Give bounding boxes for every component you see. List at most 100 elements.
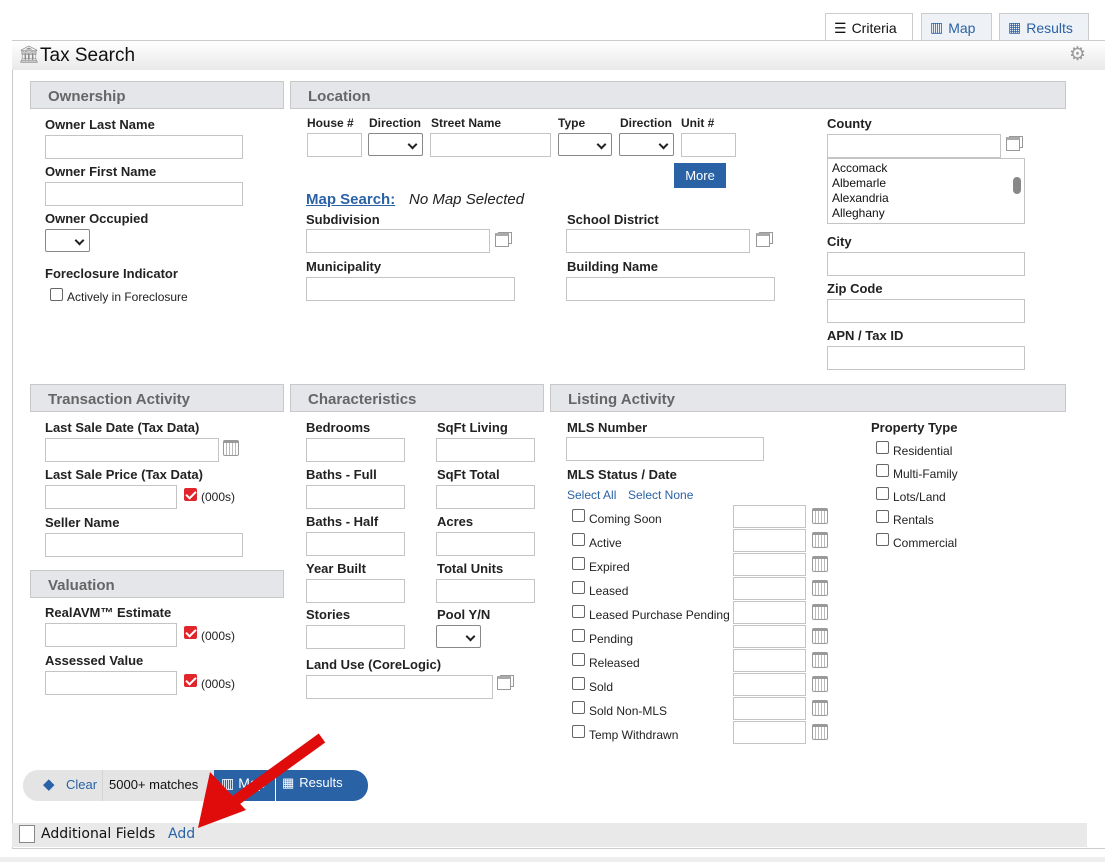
property-type-label: Commercial bbox=[893, 536, 958, 550]
picker-icon[interactable] bbox=[1006, 136, 1023, 151]
property-type-checkbox[interactable] bbox=[876, 464, 889, 477]
label-city: City bbox=[827, 234, 852, 249]
calendar-icon[interactable] bbox=[223, 440, 239, 456]
county-option[interactable]: Accomack bbox=[832, 161, 1020, 176]
bedrooms-input[interactable] bbox=[306, 438, 405, 462]
unit-input[interactable] bbox=[681, 133, 736, 157]
city-input[interactable] bbox=[827, 252, 1025, 276]
status-checkbox[interactable] bbox=[572, 701, 585, 714]
more-button[interactable]: More bbox=[674, 163, 726, 188]
calendar-icon[interactable] bbox=[812, 628, 828, 644]
add-fields-link[interactable]: Add bbox=[168, 826, 195, 842]
status-date-input[interactable] bbox=[733, 625, 806, 648]
direction2-select[interactable] bbox=[619, 133, 674, 156]
street-input[interactable] bbox=[430, 133, 551, 157]
baths-half-input[interactable] bbox=[306, 532, 405, 556]
house-input[interactable] bbox=[307, 133, 362, 157]
picker-icon[interactable] bbox=[495, 232, 512, 247]
tab-map[interactable]: ▥ Map bbox=[921, 13, 992, 41]
property-type-checkbox[interactable] bbox=[876, 510, 889, 523]
status-date-input[interactable] bbox=[733, 649, 806, 672]
sale-price-thousands-checkbox[interactable] bbox=[184, 488, 197, 501]
avm-thousands-checkbox[interactable] bbox=[184, 626, 197, 639]
status-checkbox[interactable] bbox=[572, 677, 585, 690]
owner-first-input[interactable] bbox=[45, 182, 243, 206]
clear-button[interactable]: Clear bbox=[66, 777, 97, 792]
direction-select[interactable] bbox=[368, 133, 423, 156]
school-input[interactable] bbox=[566, 229, 750, 253]
status-checkbox[interactable] bbox=[572, 605, 585, 618]
status-date-input[interactable] bbox=[733, 505, 806, 528]
status-date-input[interactable] bbox=[733, 601, 806, 624]
status-label: Pending bbox=[589, 632, 634, 646]
status-date-input[interactable] bbox=[733, 721, 806, 744]
status-checkbox[interactable] bbox=[572, 581, 585, 594]
property-type-checkbox[interactable] bbox=[876, 533, 889, 546]
status-checkbox[interactable] bbox=[572, 533, 585, 546]
calendar-icon[interactable] bbox=[812, 604, 828, 620]
county-option[interactable]: Alexandria bbox=[832, 191, 1020, 206]
status-checkbox[interactable] bbox=[572, 557, 585, 570]
tab-criteria[interactable]: ☰ Criteria bbox=[825, 13, 913, 42]
sale-price-input[interactable] bbox=[45, 485, 177, 509]
status-checkbox[interactable] bbox=[572, 629, 585, 642]
footer-results-button[interactable]: ▦ Results bbox=[282, 775, 343, 791]
total-units-input[interactable] bbox=[436, 579, 535, 603]
status-date-input[interactable] bbox=[733, 529, 806, 552]
mls-number-input[interactable] bbox=[566, 437, 764, 461]
stories-input[interactable] bbox=[306, 625, 405, 649]
picker-icon[interactable] bbox=[756, 232, 773, 247]
label-mls-number: MLS Number bbox=[567, 420, 648, 435]
status-checkbox[interactable] bbox=[572, 725, 585, 738]
acres-input[interactable] bbox=[436, 532, 535, 556]
status-checkbox[interactable] bbox=[572, 509, 585, 522]
calendar-icon[interactable] bbox=[812, 580, 828, 596]
owner-occupied-select[interactable] bbox=[45, 229, 90, 252]
county-input[interactable] bbox=[827, 134, 1001, 158]
zip-input[interactable] bbox=[827, 299, 1025, 323]
calendar-icon[interactable] bbox=[812, 700, 828, 716]
status-date-input[interactable] bbox=[733, 673, 806, 696]
baths-full-input[interactable] bbox=[306, 485, 405, 509]
calendar-icon[interactable] bbox=[812, 652, 828, 668]
year-built-input[interactable] bbox=[306, 579, 405, 603]
sqft-living-input[interactable] bbox=[436, 438, 535, 462]
assessed-thousands-checkbox[interactable] bbox=[184, 674, 197, 687]
county-option[interactable]: Albemarle bbox=[832, 176, 1020, 191]
picker-icon[interactable] bbox=[497, 675, 514, 690]
status-date-input[interactable] bbox=[733, 577, 806, 600]
calendar-icon[interactable] bbox=[812, 724, 828, 740]
status-date-input[interactable] bbox=[733, 553, 806, 576]
property-type-checkbox[interactable] bbox=[876, 441, 889, 454]
calendar-icon[interactable] bbox=[812, 508, 828, 524]
county-listbox[interactable]: Accomack Albemarle Alexandria Alleghany bbox=[827, 158, 1025, 224]
map-search-link[interactable]: Map Search: bbox=[306, 191, 395, 208]
property-type-checkbox[interactable] bbox=[876, 487, 889, 500]
select-none-link[interactable]: Select None bbox=[628, 488, 693, 502]
gear-icon[interactable]: ⚙ bbox=[1069, 43, 1086, 66]
building-input[interactable] bbox=[566, 277, 775, 301]
calendar-icon[interactable] bbox=[812, 532, 828, 548]
land-use-input[interactable] bbox=[306, 675, 493, 699]
pool-select[interactable] bbox=[436, 625, 481, 648]
county-option[interactable]: Alleghany bbox=[832, 206, 1020, 221]
calendar-icon[interactable] bbox=[812, 676, 828, 692]
calendar-icon[interactable] bbox=[812, 556, 828, 572]
status-checkbox[interactable] bbox=[572, 653, 585, 666]
select-all-link[interactable]: Select All bbox=[567, 488, 616, 502]
type-select[interactable] bbox=[558, 133, 612, 156]
scrollbar[interactable] bbox=[1013, 177, 1021, 194]
subdivision-input[interactable] bbox=[306, 229, 490, 253]
municipality-input[interactable] bbox=[306, 277, 515, 301]
apn-input[interactable] bbox=[827, 346, 1025, 370]
avm-input[interactable] bbox=[45, 623, 177, 647]
sqft-total-input[interactable] bbox=[436, 485, 535, 509]
foreclosure-checkbox[interactable] bbox=[50, 288, 63, 301]
sale-date-input[interactable] bbox=[45, 438, 219, 462]
tab-results[interactable]: ▦ Results bbox=[999, 13, 1089, 41]
owner-last-input[interactable] bbox=[45, 135, 243, 159]
assessed-input[interactable] bbox=[45, 671, 177, 695]
footer-map-button[interactable]: ▥ Map bbox=[221, 775, 265, 792]
seller-input[interactable] bbox=[45, 533, 243, 557]
status-date-input[interactable] bbox=[733, 697, 806, 720]
